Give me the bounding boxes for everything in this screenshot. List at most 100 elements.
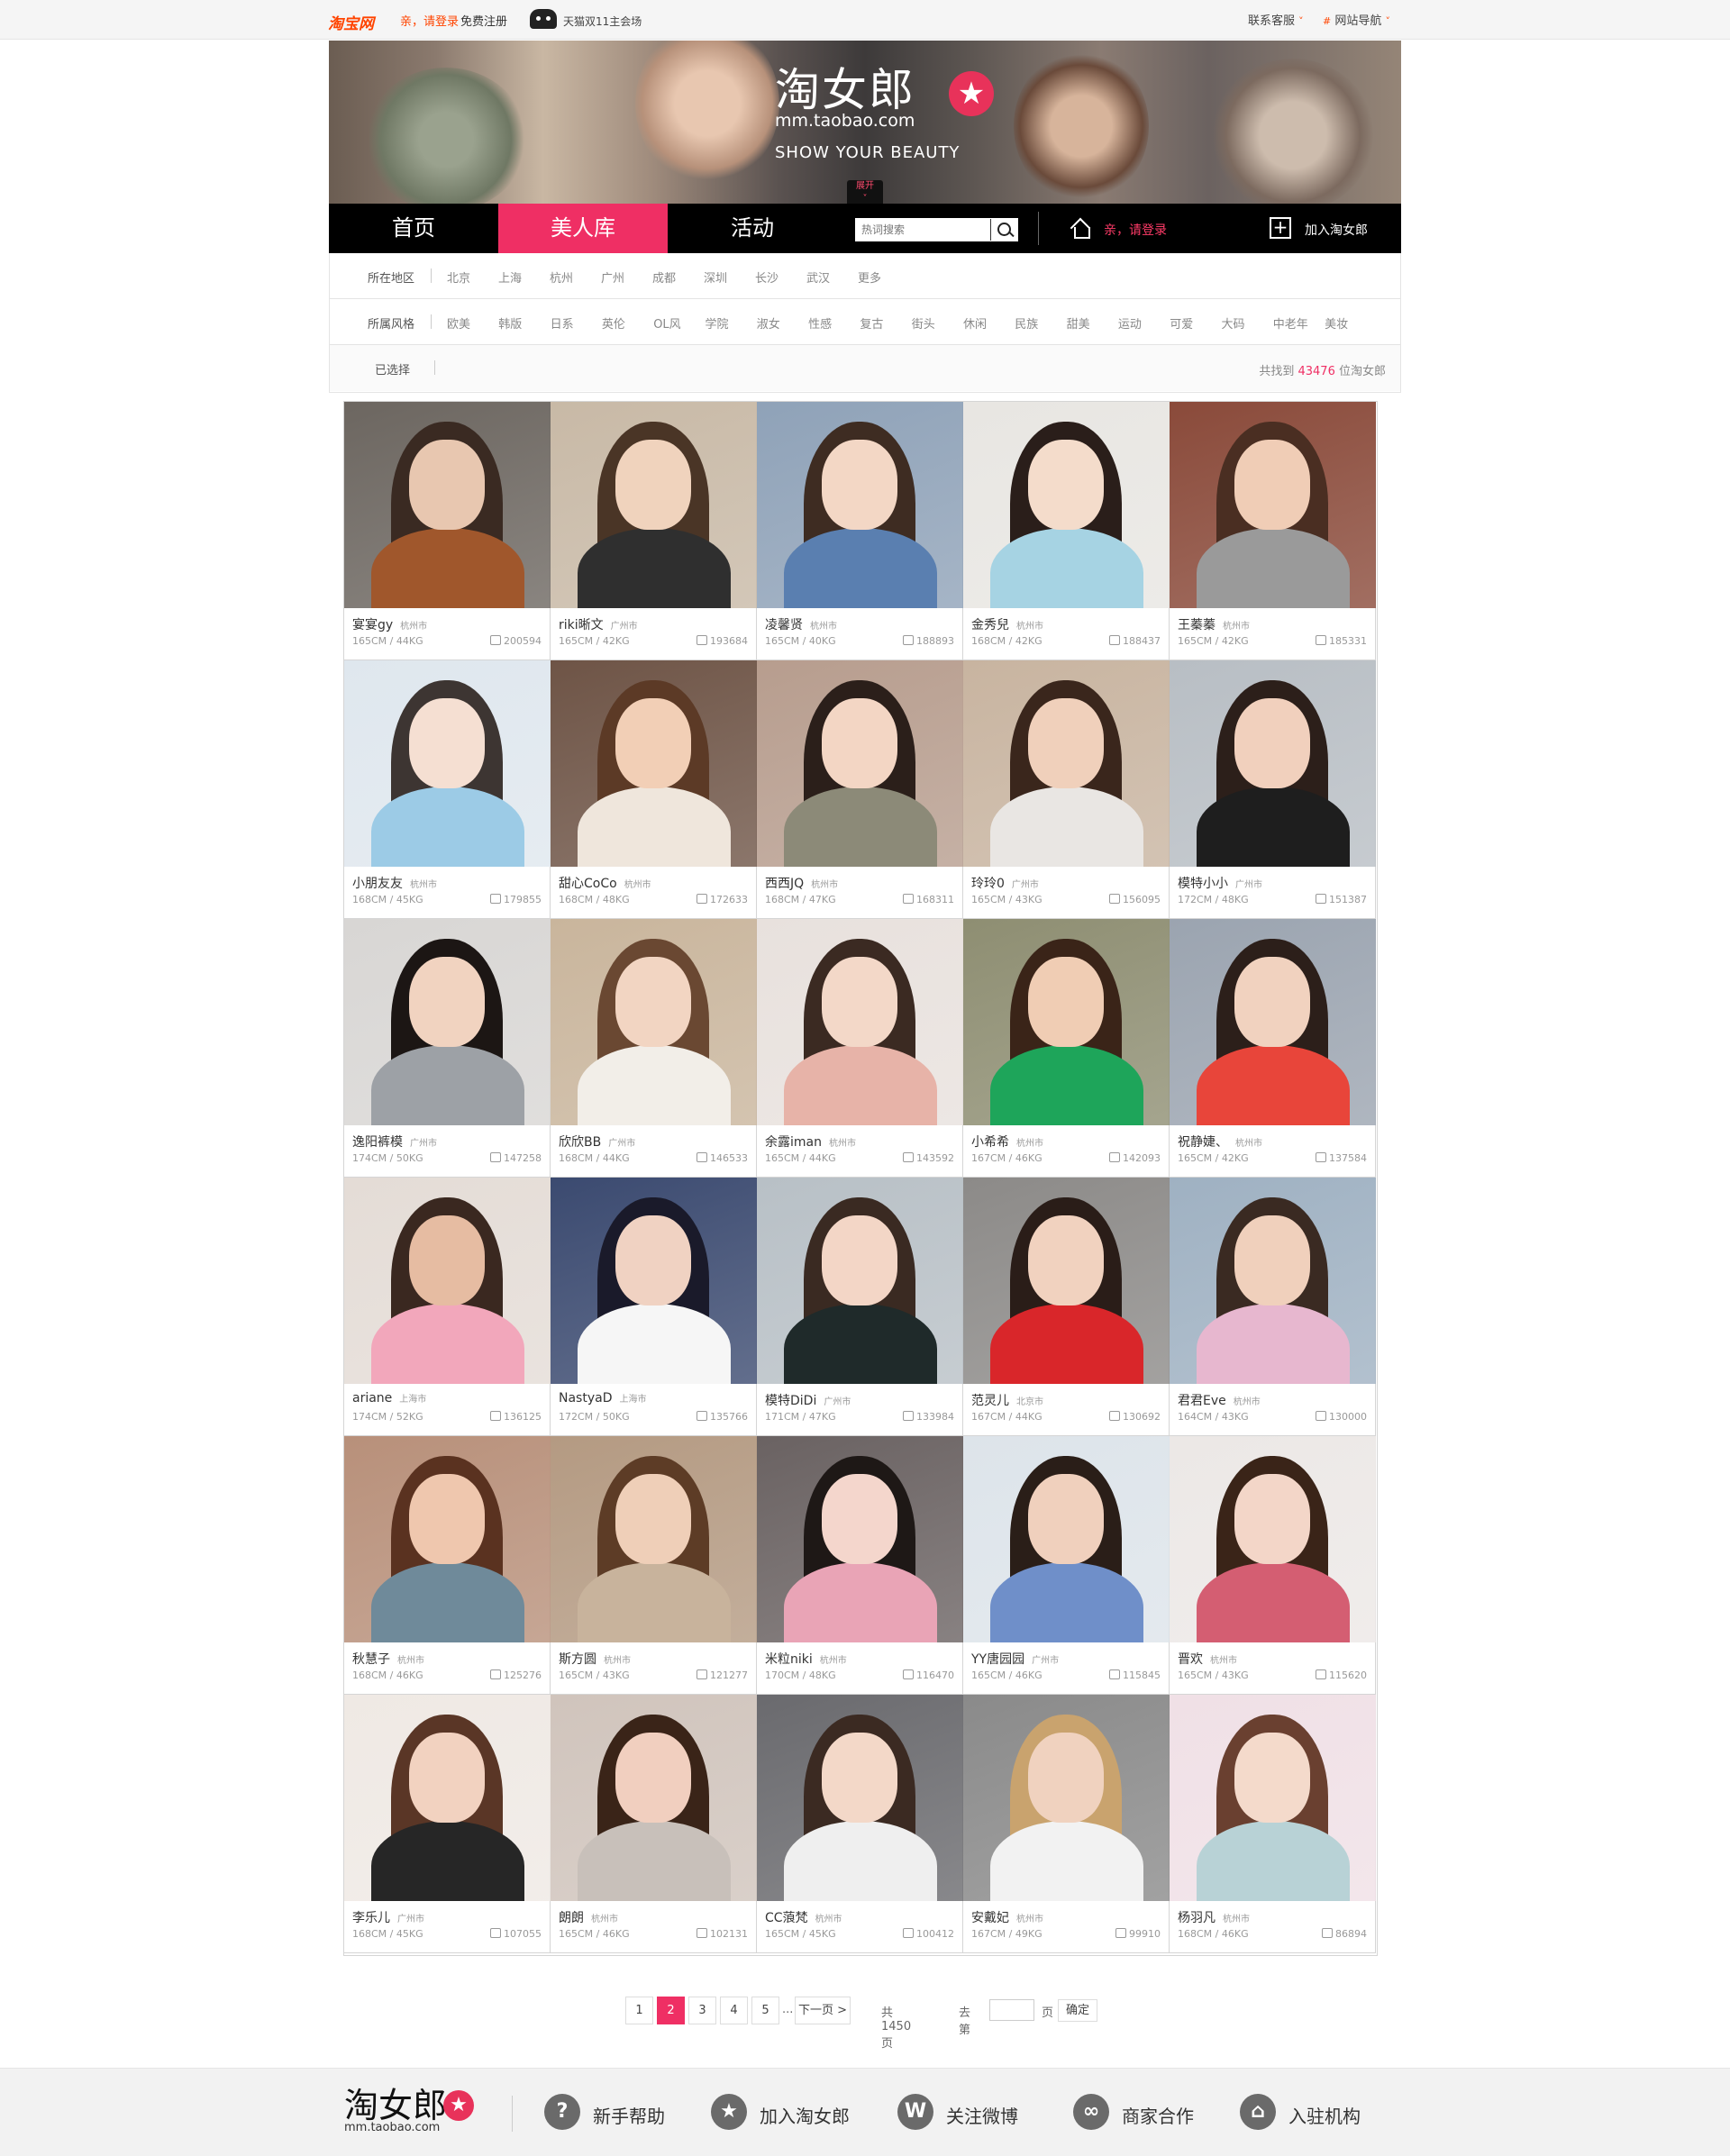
model-card[interactable]: 金秀兒 杭州市 168CM / 42KG 188437 [963, 402, 1170, 660]
model-name-row[interactable]: 晋欢 杭州市 [1178, 1650, 1237, 1668]
model-card[interactable]: NastyaD 上海市 172CM / 50KG 135766 [551, 1178, 757, 1436]
model-photo[interactable] [963, 1436, 1170, 1642]
model-photo[interactable] [1170, 919, 1376, 1125]
model-card[interactable]: 米粒niki 杭州市 170CM / 48KG 116470 [757, 1436, 963, 1695]
search-input[interactable] [856, 219, 991, 241]
model-photo[interactable] [757, 1436, 963, 1642]
model-card[interactable]: 朗朗 杭州市 165CM / 46KG 102131 [551, 1695, 757, 1953]
model-name-row[interactable]: 范灵儿 北京市 [971, 1391, 1043, 1409]
model-name-row[interactable]: NastyaD 上海市 [559, 1391, 646, 1405]
region-option[interactable]: 上海 [498, 268, 522, 286]
region-option[interactable]: 武汉 [806, 268, 830, 286]
model-card[interactable]: 甜心CoCo 杭州市 168CM / 48KG 172633 [551, 660, 757, 919]
model-photo[interactable] [344, 1178, 551, 1384]
model-card[interactable]: ariane 上海市 174CM / 52KG 136125 [344, 1178, 551, 1436]
model-name-row[interactable]: 米粒niki 杭州市 [765, 1650, 847, 1668]
region-option[interactable]: 广州 [601, 268, 624, 286]
model-name-row[interactable]: 君君Eve 杭州市 [1178, 1391, 1261, 1409]
style-option[interactable]: 可爱 [1170, 314, 1193, 332]
region-option[interactable]: 北京 [447, 268, 470, 286]
taobao-logo[interactable]: 淘宝网 [328, 11, 374, 33]
model-photo[interactable] [757, 1178, 963, 1384]
model-card[interactable]: 模特小小 广州市 172CM / 48KG 151387 [1170, 660, 1376, 919]
model-photo[interactable] [551, 1178, 757, 1384]
region-option[interactable]: 更多 [858, 268, 881, 286]
model-card[interactable]: 安戴妃 杭州市 167CM / 49KG 99910 [963, 1695, 1170, 1953]
model-photo[interactable] [963, 1695, 1170, 1901]
next-page-button[interactable]: 下一页 > [795, 1997, 851, 2024]
model-card[interactable]: 王蓁蓁 杭州市 165CM / 42KG 185331 [1170, 402, 1376, 660]
model-photo[interactable] [963, 660, 1170, 867]
model-photo[interactable] [1170, 1695, 1376, 1901]
model-name-row[interactable]: 逸阳裤模 广州市 [352, 1133, 437, 1151]
model-name-row[interactable]: 小朋友友 杭州市 [352, 874, 437, 892]
model-name-row[interactable]: 斯方圆 杭州市 [559, 1650, 631, 1668]
model-card[interactable]: 小希希 杭州市 167CM / 46KG 142093 [963, 919, 1170, 1178]
model-name-row[interactable]: 李乐儿 广州市 [352, 1908, 424, 1926]
model-card[interactable]: 君君Eve 杭州市 164CM / 43KG 130000 [1170, 1178, 1376, 1436]
style-option[interactable]: 性感 [808, 314, 832, 332]
register-link[interactable]: 免费注册 [460, 12, 507, 29]
model-photo[interactable] [1170, 1436, 1376, 1642]
model-photo[interactable] [757, 402, 963, 608]
model-name-row[interactable]: 西西JQ 杭州市 [765, 874, 838, 892]
model-photo[interactable] [1170, 402, 1376, 608]
model-card[interactable]: riki晰文 广州市 165CM / 42KG 193684 [551, 402, 757, 660]
home-icon[interactable] [1070, 218, 1091, 239]
style-option[interactable]: 甜美 [1067, 314, 1090, 332]
plus-icon[interactable]: + [1270, 217, 1291, 239]
style-option[interactable]: 复古 [860, 314, 883, 332]
model-card[interactable]: 小朋友友 杭州市 168CM / 45KG 179855 [344, 660, 551, 919]
model-card[interactable]: 范灵儿 北京市 167CM / 44KG 130692 [963, 1178, 1170, 1436]
model-card[interactable]: 杨羽凡 杭州市 168CM / 46KG 86894 [1170, 1695, 1376, 1953]
model-name-row[interactable]: CC蒗梵 杭州市 [765, 1908, 842, 1926]
style-option[interactable]: 日系 [551, 314, 574, 332]
model-photo[interactable] [344, 1695, 551, 1901]
contact-service-link[interactable]: 联系客服 ˅ [1248, 11, 1304, 28]
style-option[interactable]: 街头 [912, 314, 935, 332]
model-card[interactable]: 欣欣BB 广州市 168CM / 44KG 146533 [551, 919, 757, 1178]
page-number-button[interactable]: 2 [657, 1997, 685, 2024]
page-number-button[interactable]: 4 [720, 1997, 748, 2024]
model-photo[interactable] [963, 402, 1170, 608]
model-name-row[interactable]: ariane 上海市 [352, 1391, 426, 1405]
style-option[interactable]: 美妆 [1325, 314, 1348, 332]
style-option[interactable]: 大码 [1222, 314, 1245, 332]
nav-beauty-library[interactable]: 美人库 [498, 204, 668, 253]
model-card[interactable]: YY唐园园 广州市 165CM / 46KG 115845 [963, 1436, 1170, 1695]
page-number-button[interactable]: 1 [625, 1997, 653, 2024]
style-option[interactable]: 韩版 [498, 314, 522, 332]
style-option[interactable]: 运动 [1118, 314, 1142, 332]
confirm-page-button[interactable]: 确定 [1058, 1999, 1097, 2022]
model-name-row[interactable]: 朗朗 杭州市 [559, 1908, 618, 1926]
style-option[interactable]: 淑女 [757, 314, 780, 332]
style-option[interactable]: 欧美 [447, 314, 470, 332]
style-option[interactable]: 中老年 [1273, 314, 1308, 332]
model-photo[interactable] [1170, 1178, 1376, 1384]
model-card[interactable]: 秋慧子 杭州市 168CM / 46KG 125276 [344, 1436, 551, 1695]
style-option[interactable]: 休闲 [963, 314, 987, 332]
style-option[interactable]: OL风 [653, 314, 680, 332]
model-card[interactable]: 斯方圆 杭州市 165CM / 43KG 121277 [551, 1436, 757, 1695]
region-option[interactable]: 长沙 [755, 268, 778, 286]
model-name-row[interactable]: 欣欣BB 广州市 [559, 1133, 635, 1151]
model-photo[interactable] [551, 660, 757, 867]
page-number-button[interactable]: 3 [688, 1997, 716, 2024]
style-option[interactable]: 英伦 [602, 314, 625, 332]
model-name-row[interactable]: 模特DiDi 广州市 [765, 1391, 851, 1409]
model-name-row[interactable]: riki晰文 广州市 [559, 615, 638, 633]
model-name-row[interactable]: 凌馨贤 杭州市 [765, 615, 837, 633]
model-card[interactable]: CC蒗梵 杭州市 165CM / 45KG 100412 [757, 1695, 963, 1953]
banner-expand-toggle[interactable]: 展开 ˅ [847, 180, 883, 204]
model-name-row[interactable]: 王蓁蓁 杭州市 [1178, 615, 1250, 633]
model-photo[interactable] [963, 919, 1170, 1125]
model-card[interactable]: 李乐儿 广州市 168CM / 45KG 107055 [344, 1695, 551, 1953]
style-option[interactable]: 民族 [1015, 314, 1038, 332]
join-link[interactable]: 加入淘女郎 [1305, 221, 1368, 239]
nav-home[interactable]: 首页 [329, 204, 498, 253]
model-photo[interactable] [344, 1436, 551, 1642]
model-name-row[interactable]: 金秀兒 杭州市 [971, 615, 1043, 633]
model-photo[interactable] [757, 1695, 963, 1901]
region-option[interactable]: 深圳 [704, 268, 727, 286]
model-card[interactable]: 玲玲0 广州市 165CM / 43KG 156095 [963, 660, 1170, 919]
